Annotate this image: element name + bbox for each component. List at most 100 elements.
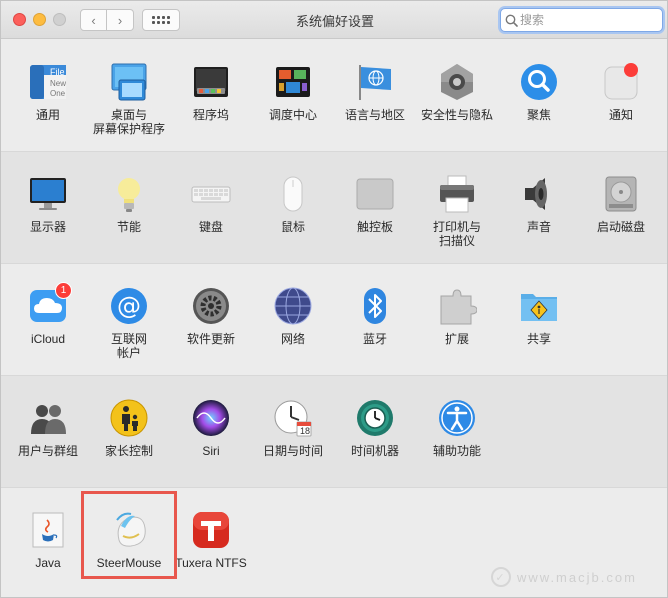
pref-energy[interactable]: 节能 (88, 174, 170, 234)
section-hardware: 显示器 节能 键盘 鼠标 触控板 打印机与 扫描仪 声音 启动磁盘 (1, 152, 667, 264)
siri-icon (191, 398, 231, 438)
pref-time-machine[interactable]: 时间机器 (334, 398, 416, 458)
pref-label: 触控板 (356, 220, 393, 234)
pref-security[interactable]: 安全性与隐私 (416, 62, 498, 122)
watermark: ✓ www.macjb.com (491, 567, 637, 587)
energy-icon (109, 174, 149, 214)
pref-notifications[interactable]: 通知 (580, 62, 662, 122)
section-internet: 1 iCloud @ 互联网 帐户 软件更新 网络 蓝牙 扩展 共享 (1, 264, 667, 376)
system-preferences-window: ‹ › 系统偏好设置 File (0, 0, 668, 598)
pref-label: 显示器 (29, 220, 66, 234)
search-field[interactable] (500, 8, 663, 32)
pref-startup-disk[interactable]: 启动磁盘 (580, 174, 662, 234)
close-window-button[interactable] (13, 13, 26, 26)
keyboard-icon (191, 174, 231, 214)
section-personal: File New One 通用 桌面与 屏幕保护程序 程序坞 调度中心 语言与地… (1, 40, 667, 152)
pref-label: SteerMouse (96, 556, 162, 570)
desktop-icon (109, 62, 149, 102)
pref-sharing[interactable]: 共享 (498, 286, 580, 346)
pref-label: 声音 (526, 220, 551, 234)
users-icon (28, 398, 68, 438)
pref-label: 互联网 帐户 (110, 332, 147, 360)
display-icon (28, 174, 68, 214)
pref-label: 桌面与 屏幕保护程序 (92, 108, 165, 136)
pref-label: 安全性与隐私 (420, 108, 493, 122)
chevron-left-icon: ‹ (91, 12, 96, 28)
grid-icon (152, 16, 170, 24)
printer-icon (437, 174, 477, 214)
security-icon (437, 62, 477, 102)
pref-label: Java (35, 556, 61, 570)
pref-dock[interactable]: 程序坞 (170, 62, 252, 122)
date-time-icon: 18 (273, 398, 313, 438)
pref-language[interactable]: 语言与地区 (334, 62, 416, 122)
mouse-icon (273, 174, 313, 214)
extensions-icon (437, 286, 477, 326)
pref-internet-accounts[interactable]: @ 互联网 帐户 (88, 286, 170, 360)
pref-label: 节能 (116, 220, 141, 234)
pref-mouse[interactable]: 鼠标 (252, 174, 334, 234)
minimize-window-button[interactable] (33, 13, 46, 26)
mission-control-icon (273, 62, 313, 102)
pref-tuxera-ntfs[interactable]: Tuxera NTFS (170, 510, 252, 570)
search-input[interactable] (520, 13, 660, 27)
pref-label: 用户与群组 (17, 444, 78, 458)
sound-icon (519, 174, 559, 214)
pref-mission-control[interactable]: 调度中心 (252, 62, 334, 122)
watermark-logo-icon: ✓ (491, 567, 511, 587)
network-icon (273, 286, 313, 326)
pref-display[interactable]: 显示器 (7, 174, 89, 234)
pref-java[interactable]: Java (7, 510, 89, 570)
pref-label: 家长控制 (104, 444, 153, 458)
pref-date-time[interactable]: 18 日期与时间 (252, 398, 334, 458)
zoom-window-button[interactable] (53, 13, 66, 26)
software-update-icon (191, 286, 231, 326)
pref-label: iCloud (30, 332, 66, 346)
pref-extensions[interactable]: 扩展 (416, 286, 498, 346)
pref-users-groups[interactable]: 用户与群组 (7, 398, 89, 458)
pref-label: 通用 (35, 108, 60, 122)
pref-label: 键盘 (198, 220, 223, 234)
pref-desktop[interactable]: 桌面与 屏幕保护程序 (88, 62, 170, 136)
pref-label: Tuxera NTFS (175, 556, 247, 570)
tuxera-icon (191, 510, 231, 550)
svg-text:@: @ (117, 292, 141, 320)
pref-siri[interactable]: Siri (170, 398, 252, 458)
pref-trackpad[interactable]: 触控板 (334, 174, 416, 234)
pref-label: 语言与地区 (344, 108, 405, 122)
calendar-day: 18 (300, 426, 311, 436)
java-icon (28, 510, 68, 550)
pref-keyboard[interactable]: 键盘 (170, 174, 252, 234)
pref-sound[interactable]: 声音 (498, 174, 580, 234)
pref-bluetooth[interactable]: 蓝牙 (334, 286, 416, 346)
pref-steermouse[interactable]: SteerMouse (88, 510, 170, 570)
time-machine-icon (355, 398, 395, 438)
title-bar: ‹ › 系统偏好设置 (1, 1, 667, 39)
notifications-icon (601, 62, 641, 102)
pref-accessibility[interactable]: 辅助功能 (416, 398, 498, 458)
pref-parental-controls[interactable]: 家长控制 (88, 398, 170, 458)
pref-label: 时间机器 (350, 444, 399, 458)
pref-icloud[interactable]: 1 iCloud (7, 282, 89, 346)
pref-spotlight[interactable]: 聚焦 (498, 62, 580, 122)
parental-icon (109, 398, 149, 438)
dock-icon (191, 62, 231, 102)
pref-label: 扩展 (444, 332, 469, 346)
pref-network[interactable]: 网络 (252, 286, 334, 346)
pref-label: 调度中心 (268, 108, 317, 122)
bluetooth-icon (355, 286, 395, 326)
steermouse-icon (109, 510, 149, 550)
trackpad-icon (355, 174, 395, 214)
pref-label: 辅助功能 (432, 444, 481, 458)
back-button[interactable]: ‹ (80, 9, 107, 31)
general-icon: File New One (28, 62, 68, 102)
pref-label: 启动磁盘 (596, 220, 645, 234)
pref-general[interactable]: File New One 通用 (7, 62, 89, 122)
startup-disk-icon (601, 174, 641, 214)
forward-button[interactable]: › (107, 9, 134, 31)
accessibility-icon (437, 398, 477, 438)
show-all-button[interactable] (142, 9, 180, 31)
pref-software-update[interactable]: 软件更新 (170, 286, 252, 346)
internet-accounts-icon: @ (109, 286, 149, 326)
pref-printers[interactable]: 打印机与 扫描仪 (416, 174, 498, 248)
